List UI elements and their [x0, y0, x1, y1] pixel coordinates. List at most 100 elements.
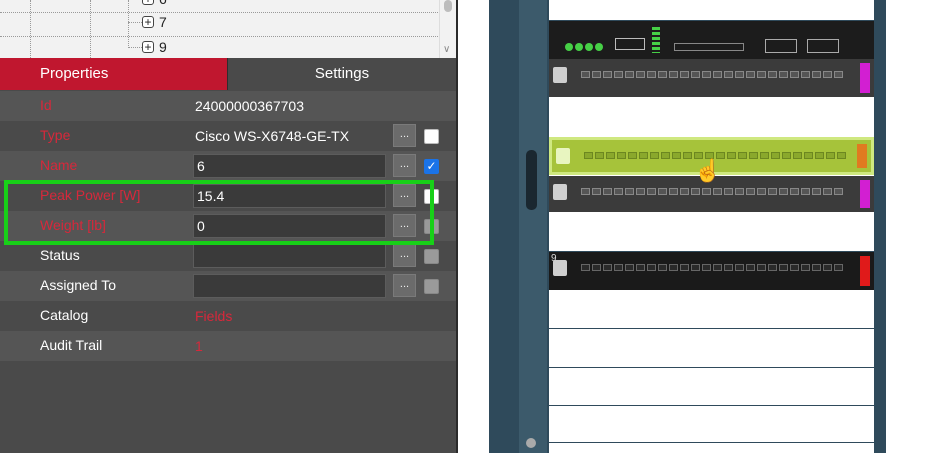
assigned-to-field[interactable] [193, 274, 386, 298]
status-led-icon [565, 43, 573, 51]
property-label: Assigned To [40, 277, 117, 293]
tree-node-7[interactable]: + 7 [142, 14, 167, 30]
port-row [581, 71, 854, 78]
browse-button[interactable]: ... [393, 124, 416, 147]
status-led-icon [585, 43, 593, 51]
tree-node-6[interactable]: + 6 [142, 0, 167, 7]
property-row-type: Type Cisco WS-X6748-GE-TX ... [0, 121, 456, 151]
rack-slot-empty[interactable] [549, 406, 874, 443]
chevron-down-icon[interactable]: ∨ [443, 44, 450, 55]
tree-node-label: 7 [159, 14, 167, 30]
property-value: Cisco WS-X6748-GE-TX [195, 128, 350, 144]
property-checkbox[interactable] [424, 249, 439, 264]
rack-view: 5 8 9 10 11 12 13 [489, 0, 886, 453]
property-label: Weight [lb] [40, 217, 106, 233]
property-label: Status [40, 247, 80, 263]
catalog-link[interactable]: Fields [195, 308, 232, 324]
slot-connector-icon [674, 43, 744, 51]
tree-node-label: 9 [159, 39, 167, 55]
expand-icon[interactable]: + [142, 16, 154, 28]
name-field[interactable]: 6 [193, 154, 386, 178]
rack-slot-empty[interactable] [549, 329, 874, 368]
tree-guide [90, 0, 91, 58]
screw-icon [526, 438, 536, 448]
panel-divider[interactable] [456, 0, 458, 453]
port-row [581, 188, 854, 195]
property-checkbox[interactable] [424, 279, 439, 294]
status-bar-icon [652, 27, 660, 53]
panel-tabs: Properties Settings [0, 58, 456, 90]
scrollbar-thumb[interactable] [444, 0, 452, 12]
peak-power-field[interactable]: 15.4 [193, 184, 386, 208]
status-field[interactable] [193, 244, 386, 268]
tree-node-9[interactable]: + 9 [142, 39, 167, 55]
property-label: Type [40, 127, 71, 143]
property-row-name: Name 6 ... ✓ [0, 151, 456, 181]
line-card[interactable] [549, 176, 874, 212]
ejector-icon [553, 67, 567, 83]
status-led-icon [575, 43, 583, 51]
property-checkbox[interactable] [424, 219, 439, 234]
line-card[interactable]: 9 [549, 252, 874, 290]
tree-guide [30, 0, 31, 58]
tab-properties[interactable]: Properties [0, 58, 227, 90]
property-label: Audit Trail [40, 337, 103, 353]
ejector-icon [556, 148, 570, 164]
ejector-icon [553, 260, 567, 276]
tree-branch [128, 47, 142, 48]
expand-icon[interactable]: + [142, 41, 154, 53]
card-endcap [860, 256, 870, 286]
supervisor-card[interactable] [549, 21, 874, 59]
property-grid: Id 24000000367703 Type Cisco WS-X6748-GE… [0, 91, 456, 361]
property-row-assigned-to: Assigned To ... [0, 271, 456, 301]
rack-slot-empty[interactable] [549, 368, 874, 406]
property-label: Peak Power [W] [40, 187, 141, 203]
browse-button[interactable]: ... [393, 154, 416, 177]
tree-scrollbar[interactable]: ∨ [439, 0, 456, 58]
property-checkbox[interactable] [424, 129, 439, 144]
property-row-weight: Weight [lb] 0 ... [0, 211, 456, 241]
property-row-catalog: Catalog Fields [0, 301, 456, 331]
device-tree: + 6 + 7 + 9 ∨ [0, 0, 456, 58]
property-row-id: Id 24000000367703 [0, 91, 456, 121]
expand-icon[interactable]: + [142, 0, 154, 5]
property-label: Catalog [40, 307, 89, 323]
property-row-status: Status ... [0, 241, 456, 271]
property-row-peak-power: Peak Power [W] 15.4 ... [0, 181, 456, 211]
tree-row-divider [0, 12, 440, 13]
console-port-icon [615, 38, 645, 50]
weight-field[interactable]: 0 [193, 214, 386, 238]
card-endcap [860, 180, 870, 208]
rack-rail-right [874, 0, 886, 453]
property-label: Name [40, 157, 78, 173]
rack-slot-empty[interactable] [549, 290, 874, 329]
port-row [581, 264, 854, 271]
browse-button[interactable]: ... [393, 274, 416, 297]
uplink-port-icon [807, 39, 839, 53]
rack-slot-empty[interactable] [549, 212, 874, 252]
browse-button[interactable]: ... [393, 184, 416, 207]
tree-guide [128, 0, 129, 48]
tab-settings[interactable]: Settings [227, 58, 456, 90]
rack-handle[interactable] [526, 150, 537, 210]
rack-rail-inner [519, 0, 547, 453]
tree-branch [128, 22, 142, 23]
rack-slot-empty[interactable] [549, 97, 874, 137]
rack-slot-empty[interactable] [549, 0, 874, 21]
property-checkbox-checked[interactable]: ✓ [424, 159, 439, 174]
audit-trail-link[interactable]: 1 [195, 338, 203, 354]
property-row-audit-trail: Audit Trail 1 [0, 331, 456, 361]
tree-row-divider [0, 36, 440, 37]
selected-line-card[interactable] [549, 137, 874, 175]
tree-node-label: 6 [159, 0, 167, 7]
port-row [584, 152, 851, 159]
browse-button[interactable]: ... [393, 214, 416, 237]
card-endcap [860, 63, 870, 93]
property-checkbox[interactable] [424, 189, 439, 204]
ejector-icon [553, 184, 567, 200]
browse-button[interactable]: ... [393, 244, 416, 267]
line-card[interactable] [549, 59, 874, 97]
uplink-port-icon [765, 39, 797, 53]
property-label: Id [40, 97, 52, 113]
card-endcap [857, 144, 867, 168]
